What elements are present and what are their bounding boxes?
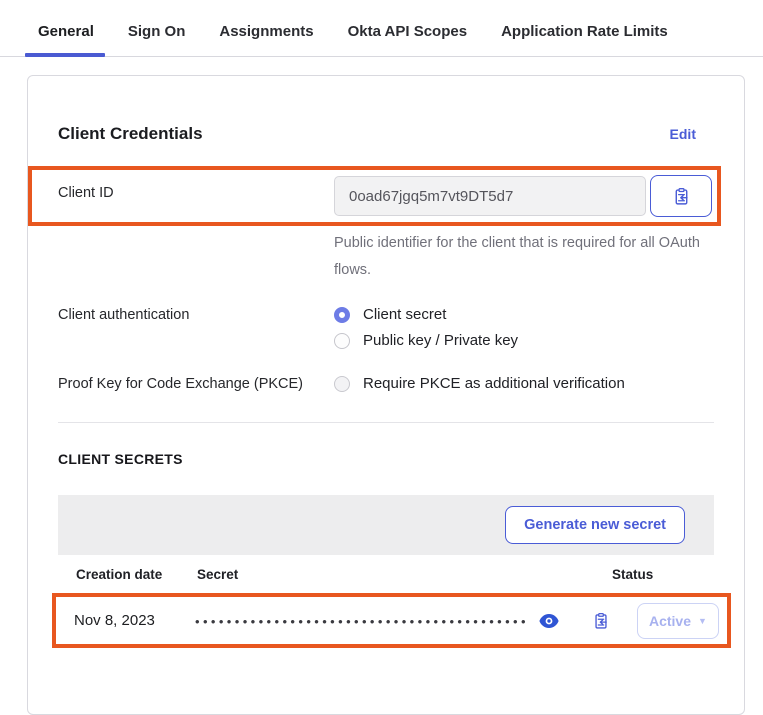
client-authentication-label: Client authentication bbox=[58, 306, 334, 323]
generate-new-secret-button[interactable]: Generate new secret bbox=[505, 506, 685, 544]
eye-icon bbox=[539, 614, 559, 628]
option-public-private-key-label: Public key / Private key bbox=[363, 332, 518, 349]
tab-okta-api-scopes[interactable]: Okta API Scopes bbox=[348, 23, 468, 56]
pkce-label: Proof Key for Code Exchange (PKCE) bbox=[58, 375, 334, 392]
tab-general[interactable]: General bbox=[38, 23, 94, 56]
header-secret: Secret bbox=[197, 567, 612, 582]
client-id-annotation-box: Client ID bbox=[28, 166, 721, 226]
client-id-label: Client ID bbox=[58, 175, 334, 201]
client-authentication-row: Client authentication Client secret Publ… bbox=[58, 306, 714, 349]
copy-secret-button[interactable] bbox=[592, 612, 610, 630]
secrets-table-header: Creation date Secret Status bbox=[58, 555, 714, 593]
settings-card: Client Credentials Edit Client ID bbox=[27, 75, 745, 715]
radio-selected-icon[interactable] bbox=[334, 307, 350, 323]
clipboard-copy-icon bbox=[672, 187, 691, 206]
secret-cell: ••••••••••••••••••••••••••••••••••••••••… bbox=[195, 612, 637, 630]
app-tab-bar: General Sign On Assignments Okta API Sco… bbox=[0, 0, 763, 57]
option-client-secret-label: Client secret bbox=[363, 306, 446, 323]
status-label: Active bbox=[649, 613, 691, 629]
header-creation-date: Creation date bbox=[58, 567, 197, 582]
pkce-option-label: Require PKCE as additional verification bbox=[363, 375, 625, 392]
tab-application-rate-limits[interactable]: Application Rate Limits bbox=[501, 23, 668, 56]
option-client-secret: Client secret bbox=[334, 306, 518, 323]
tab-assignments[interactable]: Assignments bbox=[219, 23, 313, 56]
client-id-input[interactable] bbox=[334, 176, 646, 216]
secrets-table-toolbar: Generate new secret bbox=[58, 495, 714, 555]
chevron-down-icon: ▼ bbox=[698, 616, 707, 626]
client-authentication-options: Client secret Public key / Private key bbox=[334, 306, 518, 349]
reveal-secret-button[interactable] bbox=[539, 614, 559, 628]
pkce-row: Proof Key for Code Exchange (PKCE) Requi… bbox=[58, 375, 714, 392]
option-public-private-key: Public key / Private key bbox=[334, 332, 518, 349]
radio-unselected-icon[interactable] bbox=[334, 333, 350, 349]
client-secrets-title: CLIENT SECRETS bbox=[58, 451, 714, 467]
edit-link[interactable]: Edit bbox=[670, 126, 696, 142]
table-row: Nov 8, 2023 ••••••••••••••••••••••••••••… bbox=[56, 597, 727, 644]
secret-creation-date: Nov 8, 2023 bbox=[56, 612, 195, 629]
client-secrets-table: Generate new secret Creation date Secret… bbox=[58, 495, 714, 648]
status-cell: Active ▼ bbox=[637, 603, 739, 639]
client-credentials-header: Client Credentials Edit bbox=[58, 124, 714, 144]
header-status: Status bbox=[612, 567, 714, 582]
section-divider bbox=[58, 422, 714, 423]
client-id-group bbox=[334, 175, 712, 217]
masked-secret-value: ••••••••••••••••••••••••••••••••••••••••… bbox=[195, 612, 529, 629]
client-id-row: Client ID bbox=[58, 175, 717, 217]
status-dropdown-button[interactable]: Active ▼ bbox=[637, 603, 719, 639]
pkce-option: Require PKCE as additional verification bbox=[334, 375, 625, 392]
clipboard-copy-icon bbox=[592, 612, 610, 630]
secret-row-annotation-box: Nov 8, 2023 ••••••••••••••••••••••••••••… bbox=[52, 593, 731, 648]
client-id-description: Public identifier for the client that is… bbox=[334, 230, 706, 284]
checkbox-unchecked-icon[interactable] bbox=[334, 376, 350, 392]
copy-client-id-button[interactable] bbox=[650, 175, 712, 217]
tab-sign-on[interactable]: Sign On bbox=[128, 23, 186, 56]
client-credentials-title: Client Credentials bbox=[58, 124, 203, 144]
